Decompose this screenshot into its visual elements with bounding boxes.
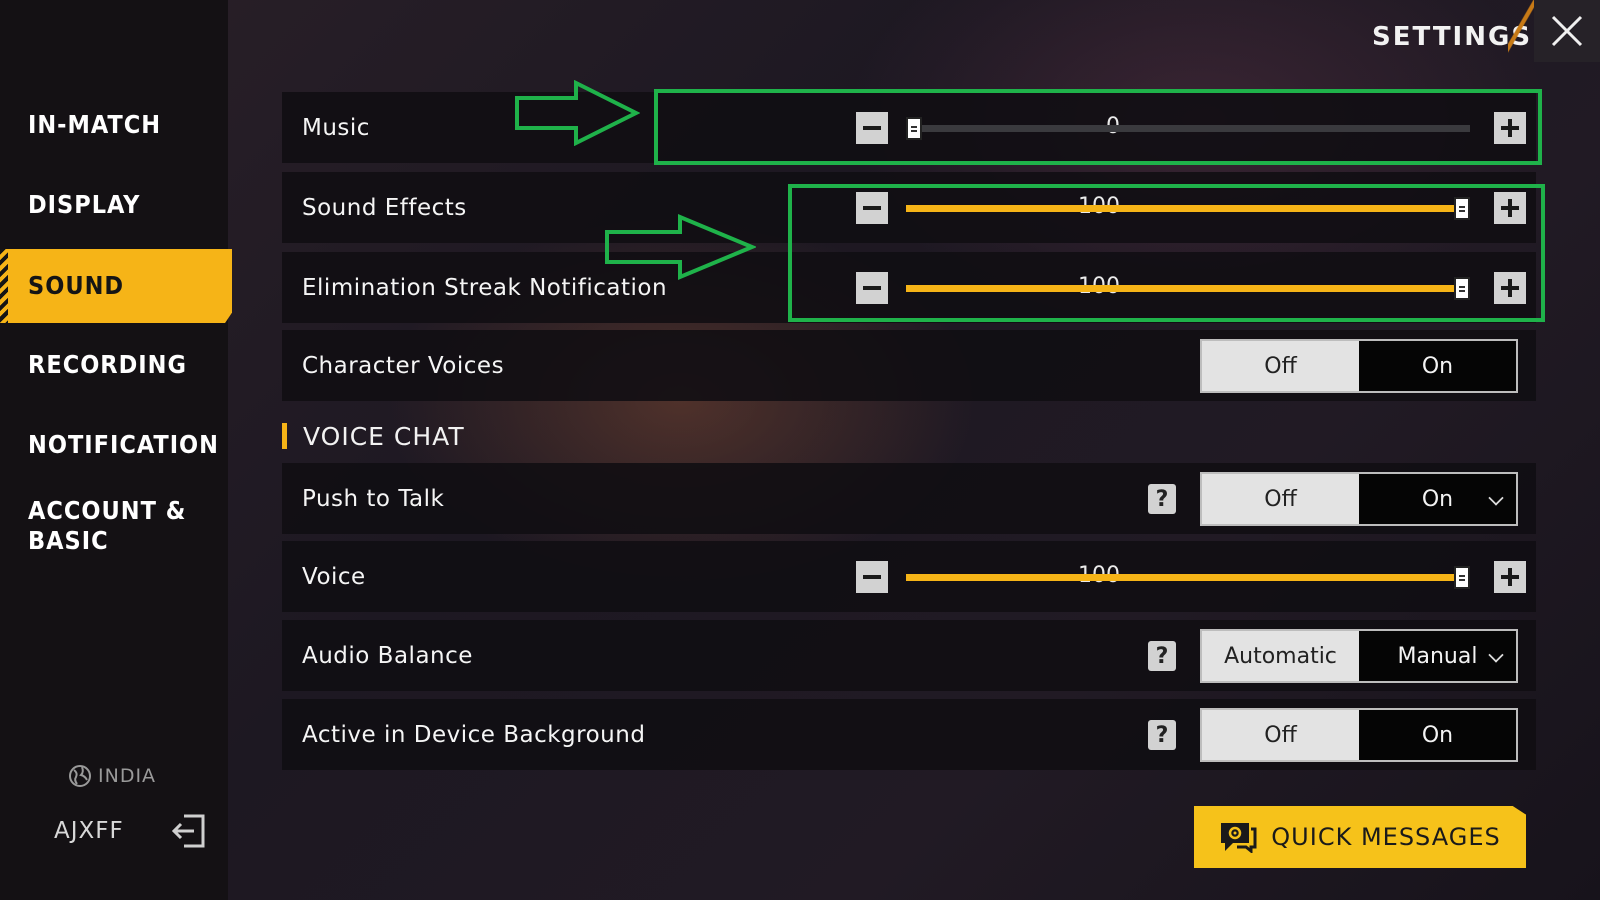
push-to-talk-off[interactable]: Off [1202, 474, 1359, 524]
active-background-on[interactable]: On [1359, 710, 1516, 760]
annotation-arrow-icon [515, 80, 640, 146]
active-background-label: Active in Device Background [302, 721, 646, 748]
nav-account-basic[interactable]: ACCOUNT & BASIC [0, 496, 232, 556]
audio-balance-manual[interactable]: Manual [1359, 631, 1516, 681]
voice-slider-fill [906, 574, 1470, 581]
audio-balance-automatic[interactable]: Automatic [1202, 631, 1359, 681]
character-voices-label: Character Voices [302, 352, 505, 379]
close-icon [1551, 15, 1583, 47]
row-active-background: Active in Device Background ? Off On [282, 699, 1536, 770]
minus-icon [863, 575, 881, 579]
active-background-help-icon[interactable]: ? [1148, 720, 1176, 750]
character-voices-on[interactable]: On [1359, 341, 1516, 391]
audio-balance-toggle: Automatic Manual [1200, 629, 1518, 683]
voice-decrease-button[interactable] [856, 561, 888, 593]
voice-increase-button[interactable] [1494, 561, 1526, 593]
region-label: INDIA [98, 765, 157, 787]
corner-decoration [1508, 0, 1534, 62]
globe-icon [69, 765, 91, 787]
push-to-talk-on[interactable]: On [1359, 474, 1516, 524]
nav-account-line2: BASIC [28, 526, 109, 555]
nav-account-line1: ACCOUNT & [28, 496, 187, 525]
push-to-talk-toggle: Off On [1200, 472, 1518, 526]
chevron-down-icon[interactable] [1488, 647, 1504, 663]
voice-label: Voice [302, 563, 366, 590]
voice-chat-title: VOICE CHAT [303, 421, 465, 451]
nav-notification[interactable]: NOTIFICATION [0, 430, 232, 460]
highlight-box-effects [788, 184, 1545, 322]
chevron-down-icon[interactable] [1488, 490, 1504, 506]
nav-sound[interactable]: SOUND [0, 249, 232, 323]
active-background-off[interactable]: Off [1202, 710, 1359, 760]
sound-effects-label: Sound Effects [302, 194, 467, 221]
push-to-talk-label: Push to Talk [302, 485, 445, 512]
audio-balance-help-icon[interactable]: ? [1148, 641, 1176, 671]
character-voices-off[interactable]: Off [1202, 341, 1359, 391]
nav-recording[interactable]: RECORDING [0, 350, 232, 380]
push-to-talk-on-label: On [1421, 486, 1454, 512]
row-audio-balance: Audio Balance ? Automatic Manual [282, 620, 1536, 691]
highlight-box-music [654, 89, 1542, 165]
character-voices-toggle: Off On [1200, 339, 1518, 393]
row-voice: Voice 100 [282, 541, 1536, 612]
audio-balance-manual-label: Manual [1397, 643, 1478, 669]
quick-messages-button[interactable]: QUICK MESSAGES [1194, 806, 1526, 868]
voice-slider-thumb[interactable] [1454, 566, 1470, 589]
chat-bubble-icon [1221, 823, 1257, 853]
push-to-talk-help-icon[interactable]: ? [1148, 484, 1176, 514]
annotation-arrow-icon [605, 214, 756, 280]
audio-balance-label: Audio Balance [302, 642, 473, 669]
settings-sidebar: IN-MATCH DISPLAY SOUND RECORDING NOTIFIC… [0, 0, 232, 900]
row-character-voices: Character Voices Off On [282, 330, 1536, 401]
logout-icon[interactable] [170, 814, 206, 848]
region-indicator: INDIA [68, 764, 156, 788]
close-button[interactable] [1534, 0, 1600, 62]
section-accent-bar [282, 423, 287, 449]
nav-display[interactable]: DISPLAY [0, 190, 232, 220]
nav-in-match[interactable]: IN-MATCH [0, 110, 232, 140]
nav-sound-label: SOUND [28, 271, 125, 300]
row-push-to-talk: Push to Talk ? Off On [282, 463, 1536, 534]
voice-slider[interactable] [906, 566, 1470, 589]
username: AJXFF [54, 818, 124, 844]
voice-chat-section-header: VOICE CHAT [282, 421, 465, 451]
quick-messages-label: QUICK MESSAGES [1271, 823, 1501, 851]
music-label: Music [302, 114, 370, 141]
active-background-toggle: Off On [1200, 708, 1518, 762]
